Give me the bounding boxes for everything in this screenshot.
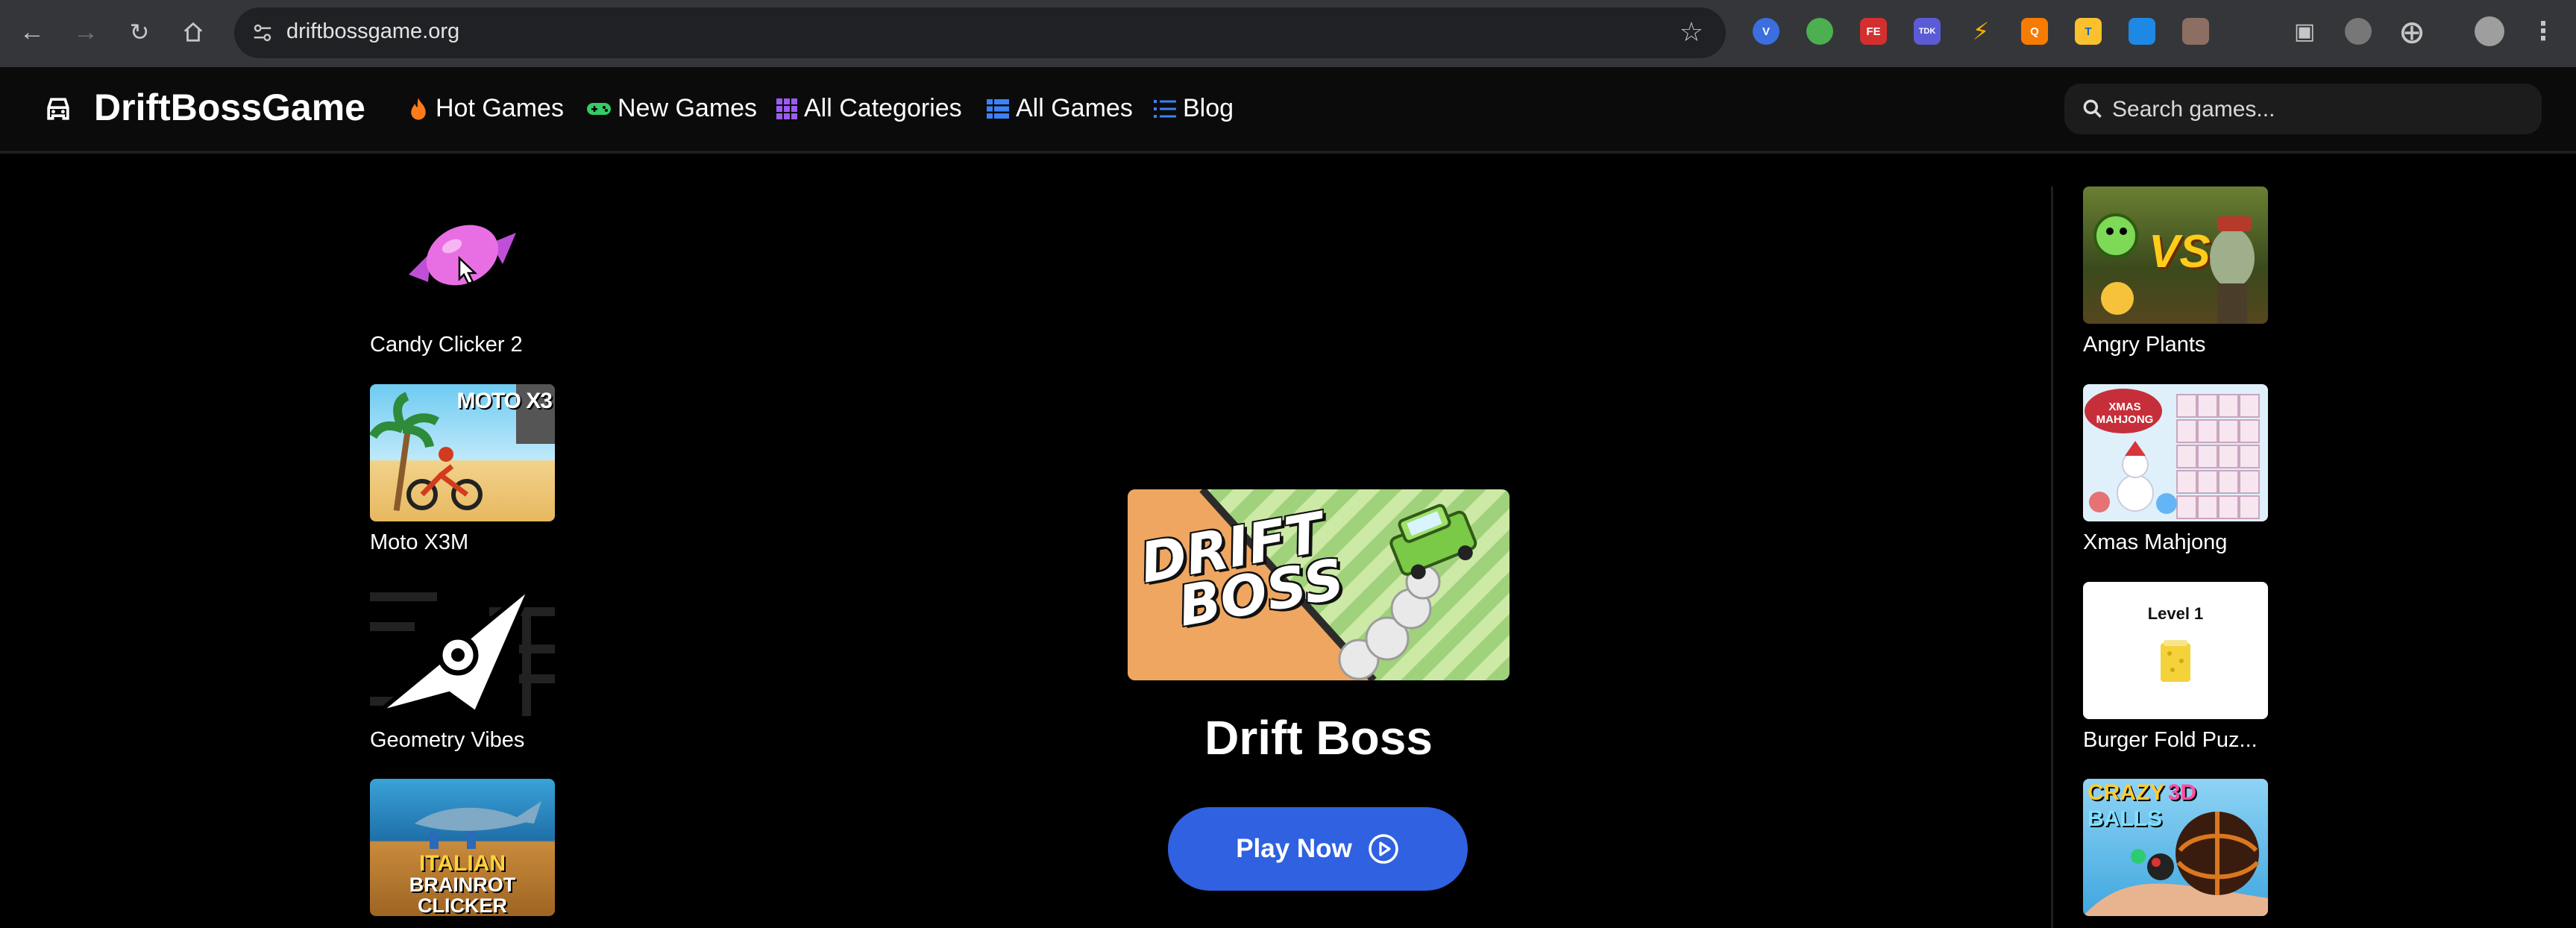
globe-extension-icon[interactable]	[1806, 18, 1833, 45]
nav-new-games[interactable]: New Games	[586, 94, 757, 123]
game-title[interactable]: Xmas Mahjong	[2083, 530, 2268, 555]
url-text[interactable]: driftbossgame.org	[286, 19, 459, 44]
balls-logo-3d: 3D	[2167, 780, 2197, 805]
game-card-geometry-vibes[interactable]: Geometry Vibes	[370, 582, 555, 753]
reload-icon[interactable]: ↻	[121, 13, 158, 51]
game-title[interactable]: Moto X3M	[370, 530, 555, 555]
gamepad-icon	[587, 102, 611, 115]
game-card-xmas-mahjong[interactable]: XMAS MAHJONG Xmas Mahjong	[2083, 384, 2268, 555]
search-box[interactable]	[2064, 84, 2542, 134]
fe-extension-icon[interactable]: FE	[1860, 18, 1887, 45]
game-title[interactable]: Geometry Vibes	[370, 728, 555, 753]
nav-new-games-label: New Games	[618, 94, 758, 122]
lightning-extension-icon[interactable]: ⚡	[1967, 18, 1994, 45]
balls-logo-crazy: CRAZY	[2087, 780, 2165, 805]
game-card-italian-brainrot-clicker[interactable]: ITALIAN BRAINROT CLICKER	[370, 779, 555, 925]
grid-icon	[776, 98, 797, 119]
bookmark-star-icon[interactable]: ☆	[1680, 16, 1703, 48]
clock-extension-icon[interactable]	[2345, 18, 2372, 45]
xmas-mahjong-thumbnail[interactable]: XMAS MAHJONG	[2083, 384, 2268, 521]
nav-all-categories[interactable]: All Categories	[776, 94, 962, 123]
candy-clicker-thumbnail[interactable]	[370, 186, 555, 324]
game-title[interactable]: Candy Clicker 2	[370, 333, 555, 357]
site-info-icon[interactable]	[248, 18, 277, 48]
back-icon[interactable]: ←	[13, 13, 51, 51]
list-icon	[1154, 99, 1176, 118]
crazy-3d-balls-thumbnail[interactable]: CRAZY 3D BALLS	[2083, 779, 2268, 916]
play-circle-icon	[1369, 834, 1398, 864]
profile-avatar[interactable]	[2475, 16, 2504, 46]
nav-blog[interactable]: Blog	[1153, 94, 1234, 123]
forward-icon[interactable]: →	[67, 13, 104, 51]
site-logo-text[interactable]: DriftBossGame	[94, 86, 365, 129]
site-header: DriftBossGame Hot Games New Games All Ca…	[0, 67, 2576, 154]
text-extension-icon[interactable]: T	[2075, 18, 2102, 45]
browser-toolbar: ← → ↻ driftbossgame.org ☆ V FE TDK ⚡ Q T…	[0, 0, 2576, 67]
nav-all-games[interactable]: All Games	[986, 94, 1133, 123]
brainrot-logo-line3: CLICKER	[418, 894, 507, 916]
fire-icon	[411, 97, 426, 120]
balls-logo-balls: BALLS	[2087, 806, 2162, 831]
game-card-moto-x3m[interactable]: MOTO X3 Moto X3M	[370, 384, 555, 555]
brainrot-logo-line2: BRAINROT	[409, 874, 516, 896]
game-card-burger-fold-puzzle[interactable]: Level 1 Burger Fold Puz...	[2083, 582, 2268, 753]
game-title[interactable]: Angry Plants	[2083, 333, 2268, 357]
nav-blog-label: Blog	[1183, 94, 1234, 122]
nav-hot-games-label: Hot Games	[436, 94, 564, 122]
geometry-vibes-thumbnail[interactable]	[370, 582, 555, 719]
tdk-extension-icon[interactable]: TDK	[1914, 18, 1941, 45]
table-list-icon	[987, 98, 1009, 119]
search-icon	[2083, 99, 2102, 118]
game-card-angry-plants[interactable]: VS Angry Plants	[2083, 186, 2268, 357]
game-card-candy-clicker-2[interactable]: Candy Clicker 2	[370, 186, 555, 357]
vpn-extension-icon[interactable]: V	[1753, 18, 1779, 45]
xmas-logo-text: XMAS MAHJONG	[2096, 401, 2154, 426]
extension-activity-icon[interactable]: ▣	[2291, 18, 2318, 45]
right-sidebar-divider	[2051, 186, 2053, 928]
game-title-heading: Drift Boss	[1204, 711, 1433, 765]
play-now-label: Play Now	[1236, 834, 1352, 863]
puzzle-extensions-icon[interactable]: ⨁	[2398, 18, 2425, 45]
nav-all-games-label: All Games	[1016, 94, 1133, 122]
game-title[interactable]: Burger Fold Puz...	[2083, 728, 2268, 753]
vs-logo-text: VS	[2149, 226, 2211, 278]
car-logo-icon[interactable]	[42, 93, 75, 125]
nav-hot-games[interactable]: Hot Games	[407, 94, 564, 123]
address-bar[interactable]: driftbossgame.org ☆	[234, 7, 1726, 58]
menu-kebab-icon[interactable]: ⋮	[2530, 17, 2557, 46]
moto-logo-text: MOTO X3	[456, 389, 553, 413]
search-input[interactable]	[2111, 91, 2516, 128]
angry-plants-thumbnail[interactable]: VS	[2083, 186, 2268, 324]
drift-boss-hero-image[interactable]: DRIFT BOSS	[1128, 489, 1510, 680]
italian-brainrot-thumbnail[interactable]: ITALIAN BRAINROT CLICKER	[370, 779, 555, 916]
translate-extension-icon[interactable]	[2129, 18, 2155, 45]
moto-x3m-thumbnail[interactable]: MOTO X3	[370, 384, 555, 521]
nav-all-categories-label: All Categories	[804, 94, 962, 122]
game-card-crazy-3d-balls[interactable]: CRAZY 3D BALLS	[2083, 779, 2268, 925]
brainrot-logo-line1: ITALIAN	[418, 851, 506, 876]
image-extension-icon[interactable]	[2182, 18, 2209, 45]
play-now-button[interactable]: Play Now	[1168, 807, 1468, 891]
search-extension-icon[interactable]: Q	[2021, 18, 2048, 45]
home-icon[interactable]	[175, 13, 212, 51]
burger-fold-thumbnail[interactable]: Level 1	[2083, 582, 2268, 719]
